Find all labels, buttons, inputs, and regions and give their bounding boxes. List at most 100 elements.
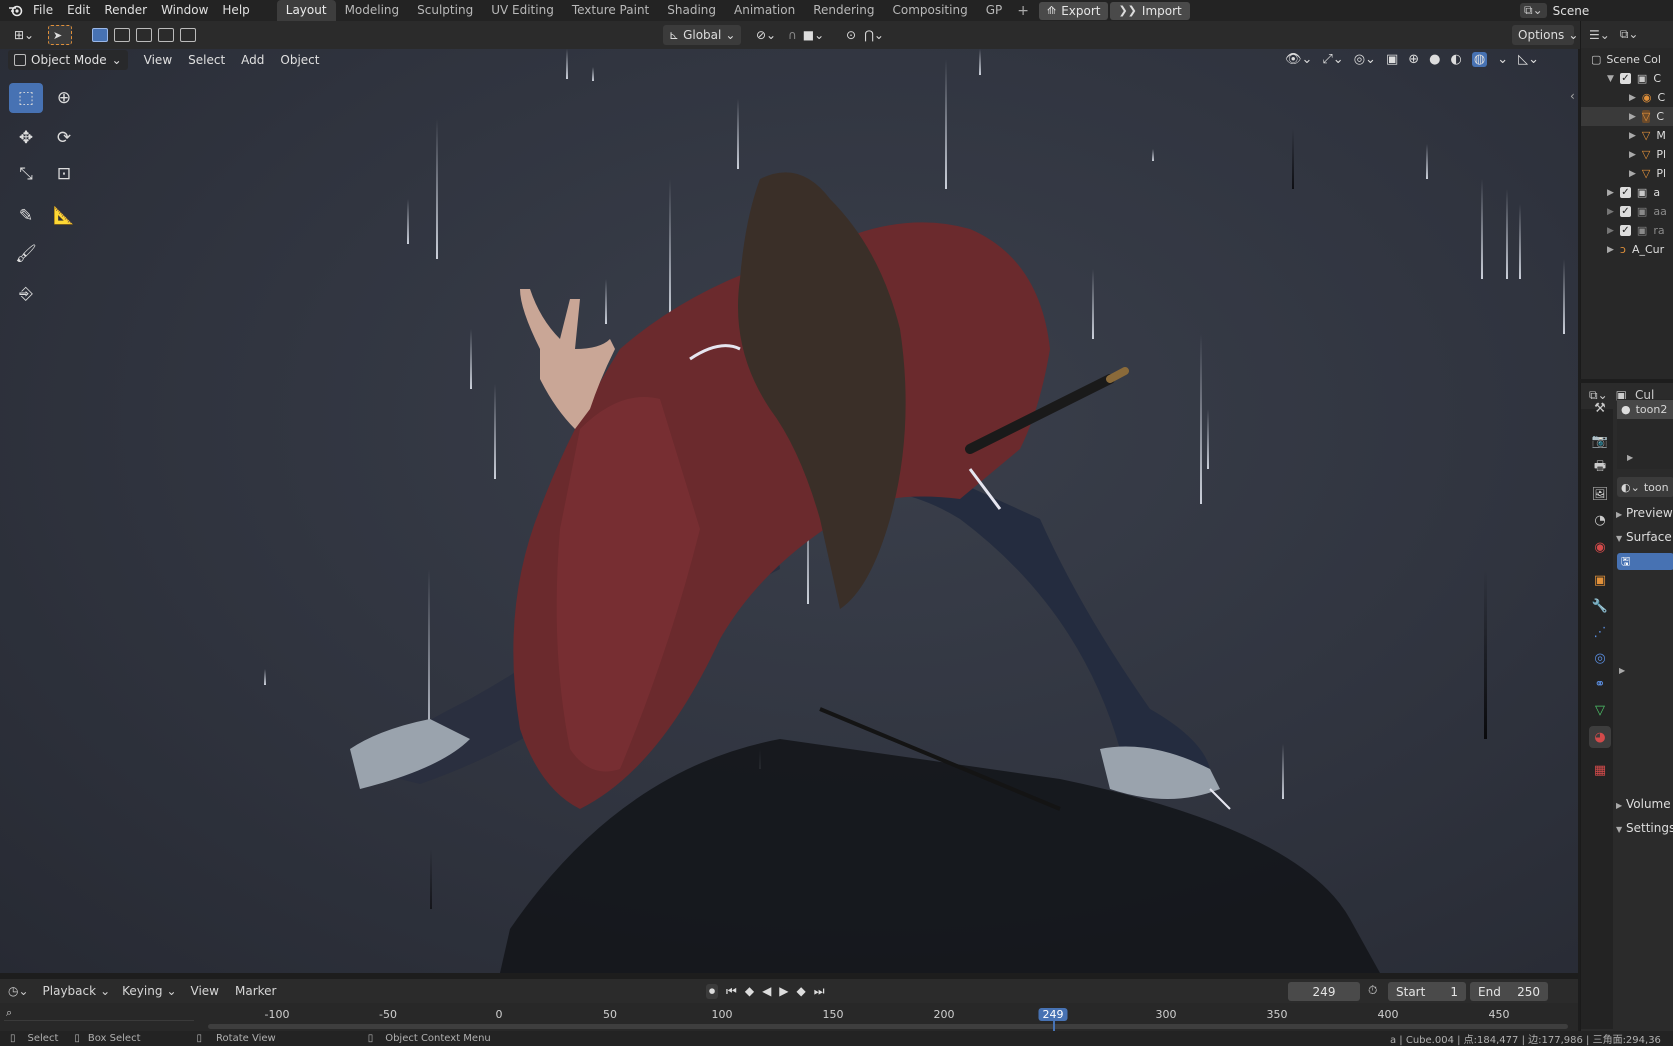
timeline-editor-icon[interactable]: ◷⌄ [8,984,29,998]
material-selector[interactable]: ◐⌄ toon [1617,477,1673,497]
timeline-scrollbar[interactable] [208,1024,1568,1029]
timeline-search-field[interactable] [4,1005,194,1021]
outliner-row[interactable]: ▶ ▽ C [1581,107,1673,126]
render-tab-icon[interactable]: 📷 [1589,430,1611,452]
object-tab-icon[interactable]: ▣ [1589,569,1611,591]
constraints-tab-icon[interactable]: ⚭ [1589,673,1611,695]
expand-arrow-icon[interactable]: ▶ [1629,112,1636,122]
move-tool-icon[interactable]: ✥ [9,123,43,153]
jump-end-icon[interactable]: ⏭ [814,984,825,999]
tab-layout[interactable]: Layout [276,0,336,21]
blender-logo-icon[interactable] [4,0,26,21]
checkbox-icon[interactable]: ✓ [1619,73,1631,84]
magnet-icon[interactable]: ∩ [788,28,797,42]
outliner-row[interactable]: ▶ ✓ ▣ ra [1581,221,1673,240]
expand-arrow-icon[interactable]: ▶ [1607,188,1614,198]
expand-arrow-icon[interactable]: ▶ [1629,93,1636,103]
world-tab-icon[interactable]: ◉ [1589,536,1611,558]
jump-start-icon[interactable]: ⏮ [726,984,737,999]
scene-collection-row[interactable]: ▢ Scene Col [1581,50,1673,69]
rendered-shading-icon[interactable]: ◍ [1471,52,1488,67]
next-keyframe-icon[interactable]: ◆ [797,984,806,999]
expand-arrow-icon[interactable]: ▶ [1607,226,1614,236]
play-reverse-icon[interactable]: ◀ [762,984,771,999]
proportional-edit-group[interactable]: ⊙ ⋂⌄ [840,25,890,45]
falloff-icon[interactable]: ⋂⌄ [864,28,884,42]
selection-mode-group[interactable] [86,25,202,45]
viewport-menu-object[interactable]: Object [272,53,327,67]
draw-brush-tool-icon[interactable]: 🖌 [9,239,43,269]
viewport-menu-view[interactable]: View [136,53,180,67]
shading-options-icon[interactable]: ⌄ [1497,52,1508,67]
options-dropdown[interactable]: Options ⌄ [1512,25,1578,45]
checkbox-icon[interactable]: ✓ [1619,206,1631,217]
menu-edit[interactable]: Edit [60,0,97,21]
tool-settings-tab-icon[interactable]: ⚒ [1589,397,1611,419]
select-intersect-icon[interactable] [180,28,196,42]
material-tab-icon[interactable]: ◕ [1589,726,1611,748]
solid-shading-icon[interactable]: ● [1429,52,1440,67]
viewport-menu-add[interactable]: Add [233,53,272,67]
tab-sculpting[interactable]: Sculpting [408,0,482,21]
wireframe-shading-icon[interactable]: ⊕ [1408,52,1419,67]
editor-split-icon[interactable]: ◺⌄ [1518,52,1539,67]
overlay-icon[interactable]: ◎⌄ [1354,52,1376,67]
start-frame-field[interactable]: Start 1 [1388,982,1466,1001]
texture-tab-icon[interactable]: ▦ [1589,759,1611,781]
snapping-group[interactable]: ∩ ■⌄ [782,25,830,45]
3d-viewport[interactable]: Object Mode ⌄ View Select Add Object 👁⌄ … [0,49,1578,973]
expand-arrow-icon[interactable]: ▶ [1607,207,1614,217]
expand-arrow-icon[interactable]: ▶ [1629,131,1636,141]
export-button[interactable]: ⟰ Export [1038,1,1109,20]
outliner-row[interactable]: ▶ ▽ Pl [1581,145,1673,164]
checkbox-icon[interactable]: ✓ [1619,225,1631,236]
tab-animation[interactable]: Animation [725,0,804,21]
tab-rendering[interactable]: Rendering [804,0,883,21]
checkbox-icon[interactable]: ✓ [1619,187,1631,198]
expand-arrow-icon[interactable]: ▶ [1607,245,1614,255]
end-frame-field[interactable]: End 250 [1470,982,1548,1001]
outliner-editor-icon[interactable]: ☰⌄ [1589,28,1610,42]
select-new-icon[interactable] [92,28,108,42]
viewport-menu-select[interactable]: Select [180,53,233,67]
panel-volume[interactable]: ▶ Volume [1616,797,1671,811]
transform-tool-icon[interactable]: ⊡ [47,159,81,189]
select-tool-icon-box[interactable]: ➤ [48,25,72,45]
timeline-ruler[interactable]: ⌕ -100 -50 0 50 100 150 200 249 300 350 … [0,1003,1578,1031]
tab-gp[interactable]: GP [977,0,1012,21]
current-frame-marker[interactable]: 249 [1038,1008,1068,1021]
playback-dropdown[interactable]: Playback ⌄ [37,984,117,998]
timeline-menu-marker[interactable]: Marker [227,984,284,998]
proportional-edit-icon[interactable]: ⊙ [846,28,856,42]
measure-tool-icon[interactable]: 📐 [47,201,81,231]
select-invert-icon[interactable] [158,28,174,42]
visibility-icon[interactable]: 👁⌄ [1285,52,1312,67]
material-slot-item[interactable]: ● toon2 [1617,400,1673,419]
select-extend-icon[interactable] [114,28,130,42]
annotate-tool-icon[interactable]: ✎ [9,201,43,231]
tab-modeling[interactable]: Modeling [336,0,409,21]
expand-arrow-icon[interactable]: ▼ [1607,74,1614,84]
snap-target-icon[interactable]: ■⌄ [803,28,824,42]
cursor-tool-icon[interactable]: ⊕ [47,83,81,113]
tab-texture-paint[interactable]: Texture Paint [563,0,658,21]
import-button[interactable]: ❯❯ Import [1110,1,1190,20]
tab-uv-editing[interactable]: UV Editing [482,0,563,21]
output-tab-icon[interactable]: 🖶 [1589,457,1611,479]
tab-compositing[interactable]: Compositing [883,0,976,21]
rotate-tool-icon[interactable]: ⟳ [47,123,81,153]
outliner-row[interactable]: ▶ ◉ C [1581,88,1673,107]
physics-tab-icon[interactable]: ◎ [1589,647,1611,669]
tab-shading[interactable]: Shading [658,0,725,21]
modifier-tab-icon[interactable]: 🔧 [1589,595,1611,617]
outliner-row[interactable]: ▶ ▽ Pl [1581,164,1673,183]
outliner-row[interactable]: ▼ ✓ ▣ C [1581,69,1673,88]
menu-help[interactable]: Help [215,0,256,21]
sidebar-toggle-icon[interactable]: ‹ [1570,89,1575,103]
outliner-row[interactable]: ▶ ▽ M [1581,126,1673,145]
outliner-row[interactable]: ▶ ✓ ▣ aa [1581,202,1673,221]
menu-render[interactable]: Render [97,0,154,21]
subpanel-arrow-icon[interactable]: ▶ [1619,666,1625,675]
add-workspace-button[interactable]: + [1011,3,1035,19]
panel-surface[interactable]: ▼ Surface [1616,530,1672,544]
